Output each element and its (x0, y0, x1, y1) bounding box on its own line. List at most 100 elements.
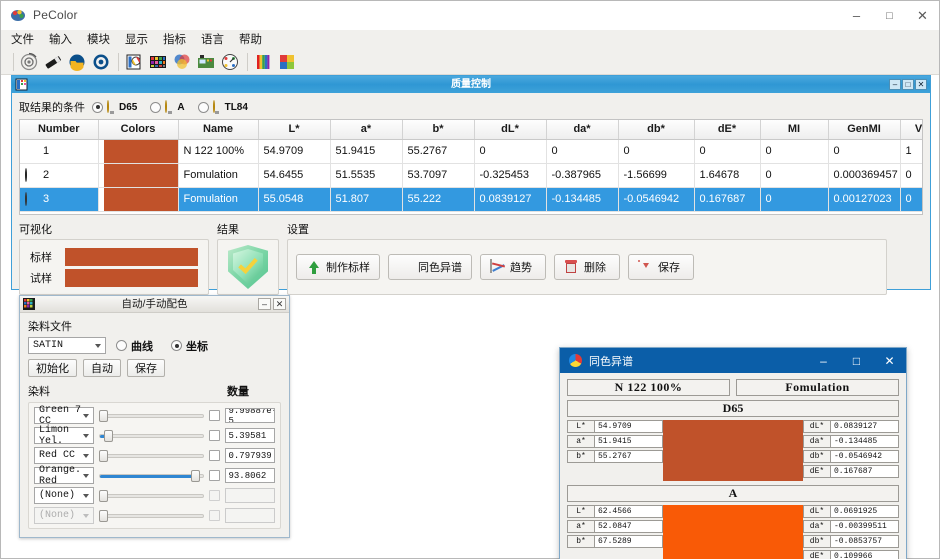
qc-maximize-button[interactable]: □ (902, 79, 914, 90)
dye-checkbox[interactable] (209, 430, 220, 441)
menu-help[interactable]: 帮助 (239, 31, 262, 47)
dye-slider[interactable] (99, 449, 204, 463)
color-grid-icon[interactable] (147, 51, 169, 73)
make-standard-button[interactable]: 制作标样 (296, 254, 380, 280)
maximize-button[interactable]: □ (873, 1, 906, 30)
color-circle-icon[interactable] (90, 51, 112, 73)
minimize-button[interactable]: – (840, 1, 873, 30)
palette-clock-icon[interactable] (219, 51, 241, 73)
condition-option-a[interactable]: A (150, 101, 184, 113)
dye-value[interactable]: 0.797939 (225, 448, 276, 463)
dye-value[interactable]: 9.99887e-5 (225, 408, 276, 423)
table-row[interactable]: 1 N 122 100% 54.9709 51.9415 55.2767 (20, 139, 923, 163)
dye-value[interactable]: 93.8062 (225, 468, 276, 483)
col-a[interactable]: a* (330, 120, 402, 139)
dye-select[interactable]: Green 7 CC (34, 407, 94, 424)
dye-slider[interactable] (99, 429, 204, 443)
color-book-icon[interactable] (123, 51, 145, 73)
result-label: 结果 (217, 221, 279, 237)
dye-file-select[interactable]: SATIN (28, 337, 106, 354)
delete-button[interactable]: 删除 (554, 254, 620, 280)
menu-display[interactable]: 显示 (125, 31, 148, 47)
metamerism-button[interactable]: 同色异谱 (388, 254, 472, 280)
col-l[interactable]: L* (258, 120, 330, 139)
dye-slider[interactable] (99, 409, 204, 423)
dye-file-label: 染料文件 (28, 318, 281, 334)
toolbar-separator (13, 53, 14, 71)
qc-close-button[interactable]: ✕ (915, 79, 927, 90)
eraser-icon[interactable] (42, 51, 64, 73)
metamerism-maximize-button[interactable]: □ (840, 348, 873, 373)
dye-select[interactable]: Red CC (34, 447, 94, 464)
dye-select[interactable]: (None) (34, 487, 94, 504)
radio-curve[interactable] (116, 340, 127, 351)
auto-close-button[interactable]: ✕ (273, 298, 286, 310)
table-row[interactable]: 3 Fomulation 55.0548 51.807 55.222 (20, 187, 923, 211)
menu-file[interactable]: 文件 (11, 31, 34, 47)
dye-slider[interactable] (99, 469, 204, 483)
delta-value: 0.0691925 (831, 505, 899, 518)
dye-checkbox[interactable] (209, 450, 220, 461)
mode-option-curve[interactable]: 曲线 (116, 338, 153, 354)
col-mi[interactable]: MI (760, 120, 828, 139)
initialize-button[interactable]: 初始化 (28, 359, 77, 377)
qc-minimize-button[interactable]: – (889, 79, 901, 90)
spectro-device-icon[interactable] (195, 51, 217, 73)
results-table-wrapper[interactable]: Number Colors Name L* a* b* dL* da* db* … (19, 119, 923, 215)
dye-value[interactable] (225, 488, 276, 503)
mdi-area: 质量控制 – □ ✕ 取结果的条件 D65 (1, 75, 939, 558)
lab-values-a: L*62.4566 a*52.0847 b*67.5289 (567, 505, 663, 559)
mode-option-coord[interactable]: 坐标 (171, 338, 208, 354)
col-da[interactable]: da* (546, 120, 618, 139)
cell-name: N 122 100% (178, 139, 258, 163)
dye-checkbox[interactable] (209, 490, 220, 501)
menu-language[interactable]: 语言 (201, 31, 224, 47)
save-button[interactable]: 保存 (127, 359, 165, 377)
radio-coord[interactable] (171, 340, 182, 351)
dye-slider[interactable] (99, 489, 204, 503)
trial-label: 试样 (30, 270, 65, 286)
open-folder-icon[interactable] (66, 51, 88, 73)
table-row[interactable]: 2 Fomulation 54.6455 51.5535 53.7097 (20, 163, 923, 187)
spectrum-bars-icon[interactable] (252, 51, 274, 73)
settings-group: 设置 制作标样 同色异谱 趋势 (287, 221, 887, 295)
dye-checkbox[interactable] (209, 470, 220, 481)
auto-minimize-button[interactable]: – (258, 298, 271, 310)
col-colors[interactable]: Colors (98, 120, 178, 139)
trend-button[interactable]: 趋势 (480, 254, 546, 280)
settings-gear-icon[interactable] (18, 51, 40, 73)
col-number[interactable]: Number (20, 120, 98, 139)
col-name[interactable]: Name (178, 120, 258, 139)
col-visible[interactable]: Visible (900, 120, 923, 139)
radio-a[interactable] (150, 102, 161, 113)
delta-key: da* (803, 520, 831, 533)
metamerism-minimize-button[interactable]: – (807, 348, 840, 373)
col-de[interactable]: dE* (694, 120, 760, 139)
auto-button[interactable]: 自动 (83, 359, 121, 377)
lab-key: a* (567, 520, 595, 533)
col-genmi[interactable]: GenMI (828, 120, 900, 139)
dye-select[interactable]: Orange. Red (34, 467, 94, 484)
radio-d65[interactable] (92, 102, 103, 113)
menu-input[interactable]: 输入 (49, 31, 72, 47)
dye-value[interactable]: 5.39581 (225, 428, 276, 443)
color-mix-icon[interactable] (171, 51, 193, 73)
close-button[interactable]: ✕ (906, 1, 939, 30)
chevron-down-icon (83, 414, 89, 418)
save-button[interactable]: 保存 (628, 254, 694, 280)
condition-option-d65[interactable]: D65 (92, 101, 137, 113)
auto-label: 自动 (91, 360, 113, 376)
col-dl[interactable]: dL* (474, 120, 546, 139)
dye-row: (None) (34, 487, 275, 504)
radio-tl84[interactable] (198, 102, 209, 113)
col-b[interactable]: b* (402, 120, 474, 139)
metamerism-close-button[interactable]: ✕ (873, 348, 906, 373)
menu-metrics[interactable]: 指标 (163, 31, 186, 47)
dye-checkbox[interactable] (209, 410, 220, 421)
dye-select[interactable]: Limon Yel. (34, 427, 94, 444)
col-db[interactable]: db* (618, 120, 694, 139)
condition-option-tl84[interactable]: TL84 (198, 101, 248, 113)
menu-module[interactable]: 模块 (87, 31, 110, 47)
color-squares-icon[interactable] (276, 51, 298, 73)
dye-row: Green 7 CC 9.99887e-5 (34, 407, 275, 424)
